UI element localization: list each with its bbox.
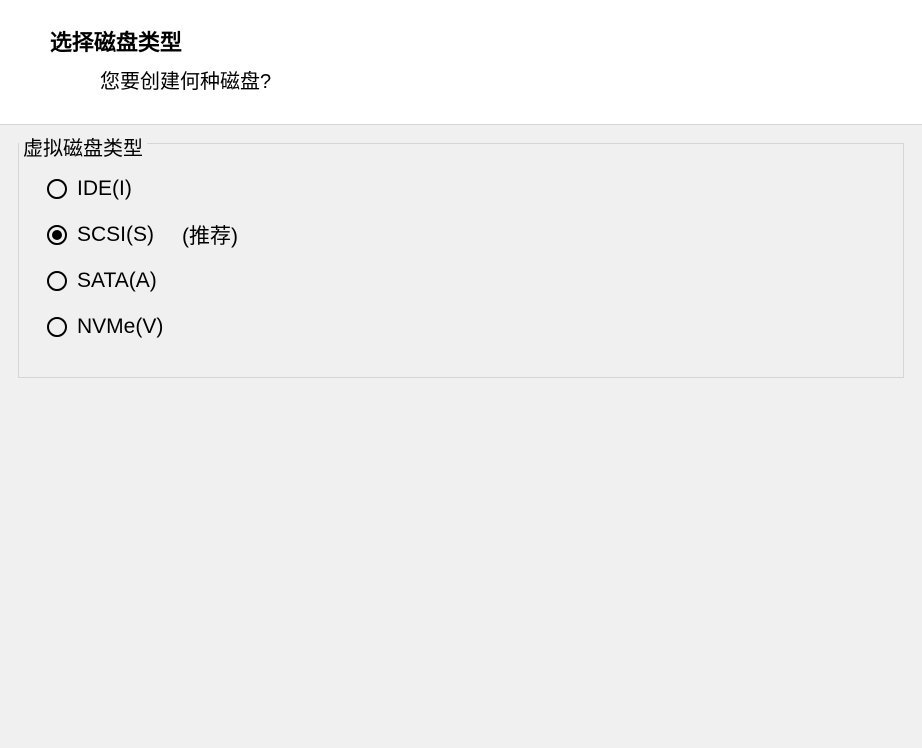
radio-label: SCSI(S) <box>77 223 154 247</box>
radio-label: NVMe(V) <box>77 315 163 339</box>
radio-option-scsi[interactable]: SCSI(S) (推荐) <box>47 215 883 255</box>
page-title: 选择磁盘类型 <box>50 25 922 57</box>
radio-option-sata[interactable]: SATA(A) <box>47 261 883 301</box>
radio-icon <box>47 317 67 337</box>
disk-type-radio-group: IDE(I) SCSI(S) (推荐) SATA(A) NVMe(V) <box>39 169 883 347</box>
radio-option-ide[interactable]: IDE(I) <box>47 169 883 209</box>
wizard-content: 虚拟磁盘类型 IDE(I) SCSI(S) (推荐) SATA(A) NVMe(… <box>0 125 922 396</box>
radio-option-nvme[interactable]: NVMe(V) <box>47 307 883 347</box>
radio-hint: (推荐) <box>182 220 238 250</box>
radio-label: SATA(A) <box>77 269 157 293</box>
radio-icon <box>47 225 67 245</box>
page-subtitle: 您要创建何种磁盘? <box>100 65 922 94</box>
disk-type-fieldset: 虚拟磁盘类型 IDE(I) SCSI(S) (推荐) SATA(A) NVMe(… <box>18 143 904 378</box>
wizard-header: 选择磁盘类型 您要创建何种磁盘? <box>0 0 922 125</box>
fieldset-legend: 虚拟磁盘类型 <box>19 132 147 161</box>
radio-label: IDE(I) <box>77 177 132 201</box>
radio-icon <box>47 179 67 199</box>
radio-icon <box>47 271 67 291</box>
